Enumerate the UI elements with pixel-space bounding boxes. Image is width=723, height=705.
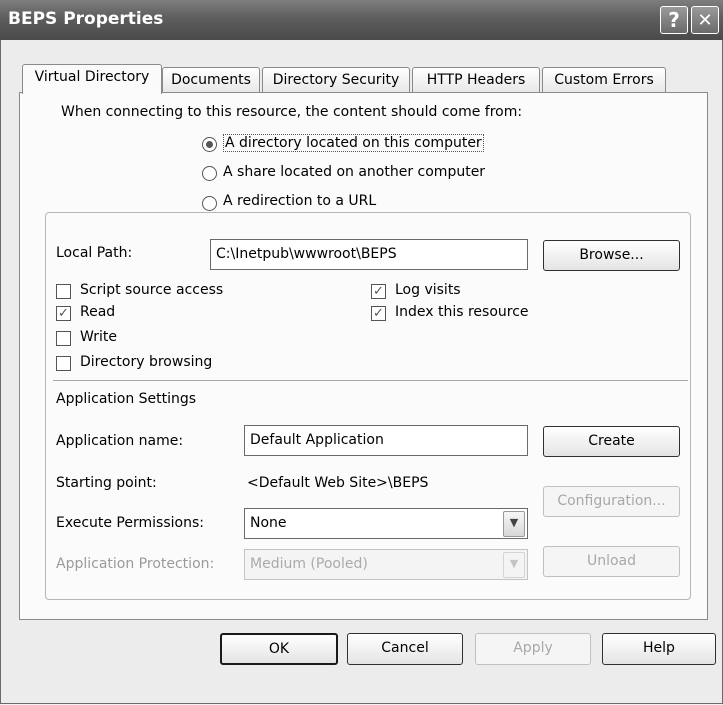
- application-protection-label: Application Protection:: [56, 556, 215, 572]
- application-settings-heading: Application Settings: [56, 391, 197, 407]
- checkbox-read[interactable]: ✓: [56, 306, 71, 321]
- checkbox-script-source[interactable]: [56, 284, 71, 299]
- tab-virtual-directory[interactable]: Virtual Directory: [22, 64, 162, 94]
- close-icon[interactable]: ✕: [691, 6, 719, 34]
- application-protection-chevron-down-icon: ▼: [503, 552, 525, 578]
- radio-local-directory-label[interactable]: A directory located on this computer: [223, 134, 484, 152]
- configuration-button[interactable]: Configuration...: [543, 486, 680, 517]
- radio-local-directory[interactable]: [202, 137, 217, 152]
- tab-custom-errors[interactable]: Custom Errors: [542, 67, 666, 93]
- cancel-button[interactable]: Cancel: [347, 633, 463, 665]
- checkbox-log-visits-label[interactable]: Log visits: [395, 282, 461, 298]
- title-bar: BEPS Properties ? ✕: [0, 0, 723, 40]
- execute-permissions-select[interactable]: None: [244, 508, 528, 539]
- window-title: BEPS Properties: [8, 9, 164, 29]
- starting-point-label: Starting point:: [56, 475, 157, 491]
- checkbox-log-visits[interactable]: ✓: [371, 284, 386, 299]
- checkbox-directory-browsing-label[interactable]: Directory browsing: [80, 354, 212, 370]
- checkbox-write-label[interactable]: Write: [80, 329, 117, 345]
- tab-directory-security[interactable]: Directory Security: [262, 67, 410, 93]
- execute-permissions-label: Execute Permissions:: [56, 515, 204, 531]
- radio-network-share[interactable]: [202, 166, 217, 181]
- create-button[interactable]: Create: [543, 426, 680, 457]
- checkbox-index-resource[interactable]: ✓: [371, 306, 386, 321]
- apply-button[interactable]: Apply: [475, 633, 591, 665]
- application-name-input[interactable]: Default Application: [244, 425, 528, 456]
- execute-permissions-chevron-down-icon[interactable]: ▼: [503, 511, 525, 537]
- checkbox-read-label[interactable]: Read: [80, 304, 115, 320]
- ok-button[interactable]: OK: [220, 633, 338, 665]
- checkbox-index-resource-label[interactable]: Index this resource: [395, 304, 529, 320]
- radio-url-redirection[interactable]: [202, 196, 217, 211]
- radio-url-redirection-label[interactable]: A redirection to a URL: [223, 193, 376, 209]
- checkbox-directory-browsing[interactable]: [56, 356, 71, 371]
- local-path-label: Local Path:: [56, 245, 133, 261]
- tab-documents[interactable]: Documents: [162, 67, 260, 93]
- tab-http-headers[interactable]: HTTP Headers: [412, 67, 540, 93]
- section-divider: [53, 380, 688, 381]
- browse-button[interactable]: Browse...: [543, 240, 680, 271]
- help-icon[interactable]: ?: [660, 6, 688, 34]
- local-path-input[interactable]: C:\Inetpub\wwwroot\BEPS: [210, 239, 528, 270]
- unload-button[interactable]: Unload: [543, 546, 680, 577]
- application-protection-select[interactable]: Medium (Pooled): [244, 549, 528, 580]
- content-source-prompt: When connecting to this resource, the co…: [61, 104, 523, 120]
- checkbox-write[interactable]: [56, 331, 71, 346]
- help-button[interactable]: Help: [602, 633, 716, 665]
- application-name-label: Application name:: [56, 433, 184, 449]
- checkbox-script-source-label[interactable]: Script source access: [80, 282, 223, 298]
- starting-point-value: <Default Web Site>\BEPS: [247, 475, 429, 491]
- radio-network-share-label[interactable]: A share located on another computer: [223, 164, 485, 180]
